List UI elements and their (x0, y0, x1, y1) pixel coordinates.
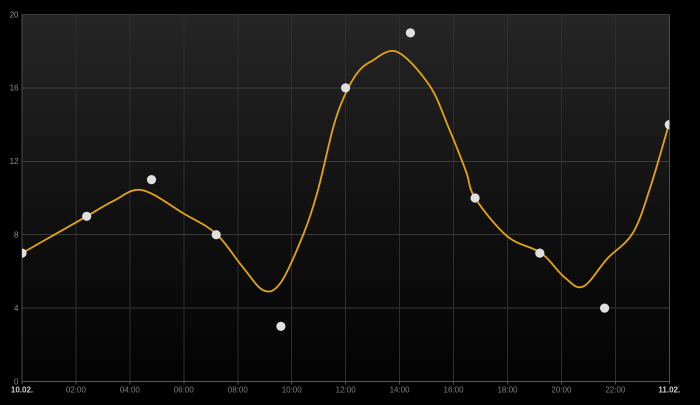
x-axis-date-label: 10.02. (11, 386, 33, 395)
data-point-marker (82, 211, 92, 221)
x-axis-time-label: 16:00 (444, 386, 465, 395)
x-axis-time-label: 14:00 (390, 386, 411, 395)
data-point-marker (276, 321, 286, 331)
data-point-marker (22, 248, 27, 258)
time-series-line-chart: 04812162010.02. 02:00 04:00 06:00 08:00 10:00… (10, 10, 681, 395)
x-axis-time-label: 22:00 (605, 386, 626, 395)
data-point-marker (211, 230, 221, 240)
x-axis-time-label: 06:00 (174, 386, 195, 395)
x-axis-time-label: 10:00 (282, 386, 303, 395)
y-axis-label: 4 (14, 304, 19, 313)
chart-container: 0 4 8 12 16 20 10.02. 02:00 04:00 06:00 08:00 10:00… (0, 0, 700, 405)
y-axis-label: 20 (10, 10, 19, 19)
x-axis-time-label: 08:00 (228, 386, 249, 395)
data-point-marker (146, 175, 157, 185)
y-axis-label: 12 (10, 157, 19, 166)
x-axis-date-label: 11.02. (658, 386, 680, 395)
data-point-marker (535, 248, 545, 258)
x-axis-time-label: 20:00 (551, 386, 572, 395)
x-axis-time-label: 18:00 (497, 386, 518, 395)
data-point-marker (470, 193, 480, 203)
data-point-marker (405, 28, 415, 38)
x-axis-time-label: 12:00 (336, 386, 357, 395)
x-axis-time-label: 02:00 (66, 386, 87, 395)
y-axis-label: 16 (10, 84, 19, 93)
y-axis-label: 8 (14, 231, 19, 240)
x-axis-time-label: 04:00 (120, 386, 141, 395)
data-point-marker (341, 83, 351, 93)
data-point-marker (600, 303, 610, 313)
